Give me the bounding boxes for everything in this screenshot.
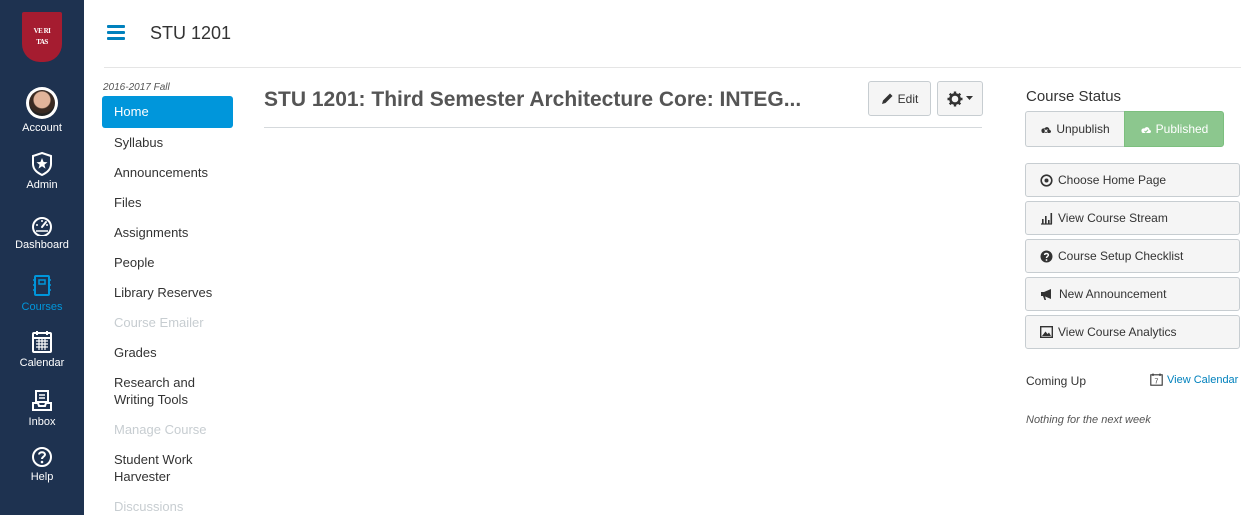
- global-nav-courses-label: Courses: [21, 301, 63, 313]
- view-course-stream-button[interactable]: View Course Stream: [1025, 201, 1240, 235]
- global-nav-admin[interactable]: Admin: [0, 152, 84, 191]
- question-circle-icon: [1040, 250, 1053, 262]
- university-logo[interactable]: VE RI TAS: [22, 12, 62, 62]
- unpublish-button[interactable]: Unpublish: [1025, 111, 1124, 147]
- title-divider: [264, 127, 982, 128]
- global-nav-courses[interactable]: Courses: [0, 274, 84, 313]
- choose-home-page-button[interactable]: Choose Home Page: [1025, 163, 1240, 197]
- logo-text-bottom: TAS: [36, 38, 48, 46]
- caret-down-icon: [966, 96, 973, 100]
- course-navigation: 2016-2017 Fall Home Syllabus Announcemen…: [102, 82, 236, 515]
- coming-up-empty-message: Nothing for the next week: [1026, 414, 1151, 426]
- bar-chart-icon: [1041, 212, 1053, 225]
- course-nav-people[interactable]: People: [102, 254, 236, 271]
- view-course-analytics-label: View Course Analytics: [1058, 325, 1177, 339]
- hamburger-menu-icon[interactable]: [107, 25, 125, 40]
- global-nav-dashboard[interactable]: Dashboard: [0, 216, 84, 251]
- global-nav-calendar-label: Calendar: [19, 357, 65, 369]
- global-nav-account[interactable]: Account: [0, 87, 84, 134]
- page-title: STU 1201: Third Semester Architecture Co…: [264, 88, 802, 111]
- speedometer-icon: [32, 217, 52, 236]
- calendar-icon: [32, 331, 52, 353]
- course-nav-syllabus[interactable]: Syllabus: [102, 134, 236, 151]
- course-nav-research-writing-tools[interactable]: Research and Writing Tools: [102, 374, 212, 408]
- published-label: Published: [1155, 122, 1209, 136]
- logo-text-top: VE RI: [33, 27, 51, 35]
- global-nav-admin-label: Admin: [26, 179, 58, 191]
- cloud-check-icon: [1141, 127, 1151, 133]
- course-nav-course-emailer[interactable]: Course Emailer: [102, 314, 236, 331]
- course-setup-checklist-label: Course Setup Checklist: [1058, 249, 1184, 263]
- book-icon: [33, 275, 51, 296]
- pencil-icon: [881, 93, 893, 104]
- publish-toggle: Unpublish Published: [1025, 111, 1224, 147]
- target-icon: [1040, 173, 1053, 187]
- global-navigation: VE RI TAS Account Admin Dashboard Course…: [0, 0, 84, 515]
- global-nav-account-label: Account: [22, 122, 62, 134]
- course-nav-home[interactable]: Home: [102, 96, 233, 128]
- calendar-day-number: 7: [1155, 379, 1159, 386]
- course-nav-grades[interactable]: Grades: [102, 344, 236, 361]
- course-nav-assignments[interactable]: Assignments: [102, 224, 236, 241]
- global-nav-calendar[interactable]: Calendar: [0, 330, 84, 369]
- breadcrumb-course-code[interactable]: STU 1201: [150, 23, 231, 44]
- global-nav-dashboard-label: Dashboard: [15, 239, 69, 251]
- coming-up-heading: Coming Up: [1026, 374, 1087, 388]
- choose-home-page-label: Choose Home Page: [1058, 173, 1167, 187]
- header-divider: [104, 67, 1241, 68]
- edit-button[interactable]: Edit: [868, 81, 931, 116]
- global-nav-help[interactable]: Help: [0, 446, 84, 483]
- megaphone-icon: [1041, 288, 1051, 300]
- course-nav-announcements[interactable]: Announcements: [102, 164, 236, 181]
- global-nav-inbox-label: Inbox: [28, 416, 56, 428]
- view-calendar-label: View Calendar: [1167, 373, 1239, 386]
- shield-star-icon: [32, 152, 52, 176]
- cloud-unpublish-icon: [1041, 127, 1052, 133]
- view-calendar-link[interactable]: 7 View Calendar: [1150, 373, 1238, 386]
- question-icon: [32, 447, 52, 467]
- unpublish-label: Unpublish: [1056, 122, 1110, 136]
- gear-icon: [947, 91, 963, 106]
- course-nav-files[interactable]: Files: [102, 194, 236, 211]
- edit-button-label: Edit: [897, 91, 919, 106]
- settings-menu-button[interactable]: [937, 81, 983, 116]
- course-nav-discussions[interactable]: Discussions: [102, 498, 236, 515]
- term-label: 2016-2017 Fall: [103, 82, 170, 93]
- new-announcement-button[interactable]: New Announcement: [1025, 277, 1240, 311]
- course-nav-library-reserves[interactable]: Library Reserves: [102, 284, 236, 301]
- course-nav-manage-course[interactable]: Manage Course: [102, 421, 236, 438]
- view-course-analytics-button[interactable]: View Course Analytics: [1025, 315, 1240, 349]
- view-course-stream-label: View Course Stream: [1058, 211, 1168, 225]
- published-button[interactable]: Published: [1124, 111, 1224, 147]
- course-nav-student-work-harvester[interactable]: Student Work Harvester: [102, 451, 212, 485]
- course-status-heading: Course Status: [1026, 88, 1122, 105]
- global-nav-inbox[interactable]: Inbox: [0, 389, 84, 428]
- avatar: [26, 87, 58, 119]
- calendar-day-icon: 7: [1150, 373, 1163, 386]
- image-icon: [1040, 326, 1053, 338]
- inbox-icon: [32, 390, 52, 411]
- course-setup-checklist-button[interactable]: Course Setup Checklist: [1025, 239, 1240, 273]
- new-announcement-label: New Announcement: [1059, 287, 1167, 301]
- course-header: STU 1201: [84, 0, 1241, 68]
- global-nav-help-label: Help: [30, 471, 54, 483]
